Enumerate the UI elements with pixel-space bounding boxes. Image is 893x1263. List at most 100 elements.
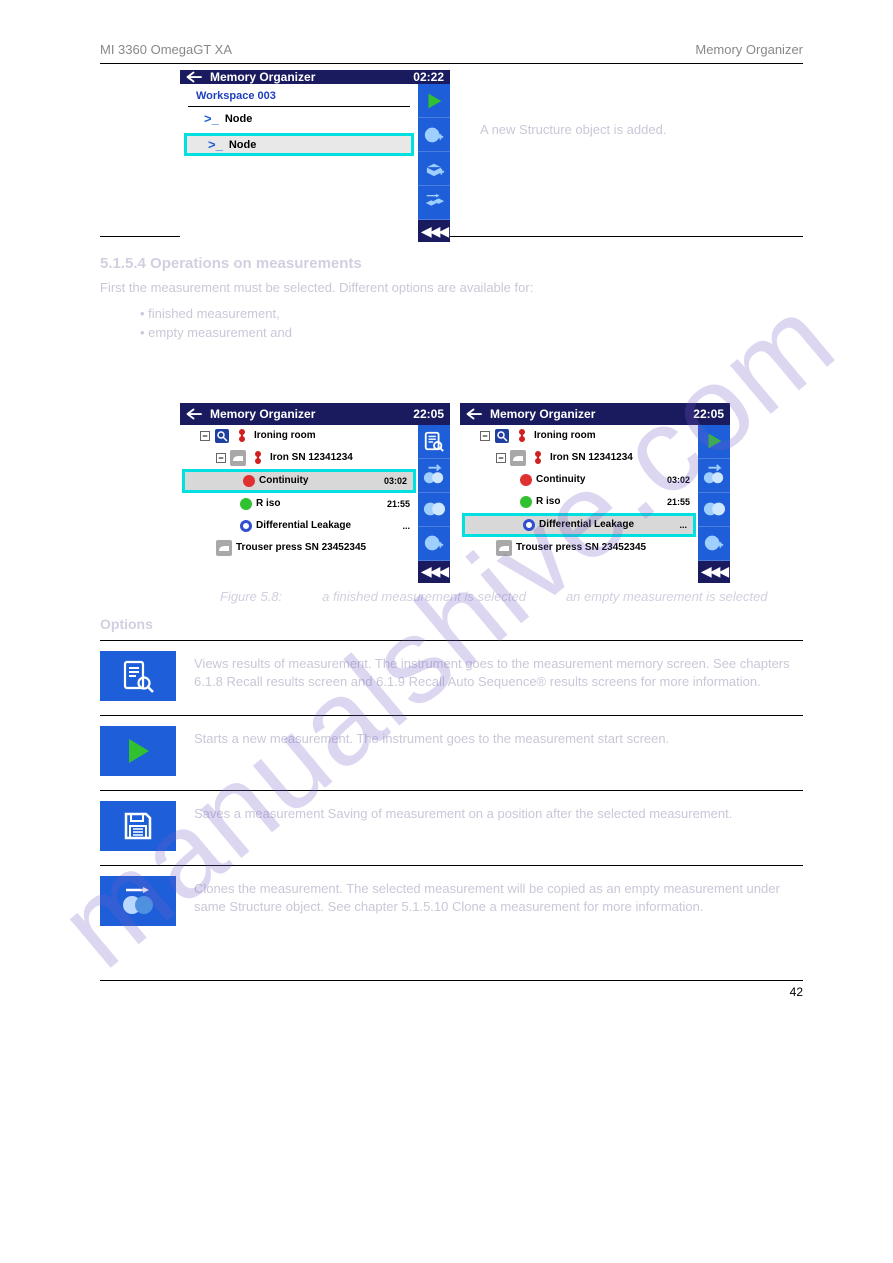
back-icon[interactable] — [186, 70, 204, 84]
screenshot-title: Memory Organizer — [210, 70, 407, 84]
node-icon: >_ — [208, 137, 223, 152]
row-label: Continuity — [536, 474, 585, 485]
row-time: 21:55 — [387, 499, 414, 509]
tree-row-measurement[interactable]: Differential Leakage ... — [180, 515, 418, 537]
tree-node-selected[interactable]: >_ Node — [184, 133, 414, 156]
search-icon — [214, 428, 230, 444]
paste-box-button[interactable] — [418, 186, 450, 220]
more-button[interactable]: ◀◀◀ — [698, 561, 730, 583]
start-button[interactable] — [100, 726, 176, 776]
collapse-icon[interactable]: − — [216, 453, 226, 463]
screenshot-time: 22:05 — [693, 407, 724, 421]
row-label: Continuity — [259, 475, 308, 486]
row-time: ... — [679, 520, 691, 530]
play-button[interactable] — [418, 84, 450, 118]
row-time: 21:55 — [667, 497, 694, 507]
more-button[interactable]: ◀◀◀ — [418, 561, 450, 583]
tree-row-measurement[interactable]: R iso 21:55 — [180, 493, 418, 515]
add-circle-button[interactable] — [698, 527, 730, 561]
screenshot-time: 02:22 — [413, 70, 444, 84]
status-fail-icon — [243, 475, 255, 487]
figure-caption-right: an empty measurement is selected — [566, 589, 768, 604]
row-label: Iron SN 12341234 — [270, 452, 353, 463]
tree-row-appliance[interactable]: Trouser press SN 23452345 — [180, 537, 418, 559]
row-label: R iso — [536, 496, 560, 507]
section-heading: 5.1.5.4 Operations on measurements — [100, 255, 803, 272]
screenshot-1: Memory Organizer 02:22 Workspace 003 >_ … — [180, 70, 450, 230]
option-description: Clones the measurement. The selected mea… — [194, 876, 803, 916]
header-divider — [100, 63, 803, 64]
tree-row-measurement-selected[interactable]: Continuity 03:02 — [183, 470, 415, 492]
workspace-header[interactable]: Workspace 003 — [188, 86, 410, 107]
tree-row-measurement-selected[interactable]: Differential Leakage ... — [463, 514, 695, 536]
collapse-icon[interactable]: − — [496, 453, 506, 463]
row-label: Trouser press SN 23452345 — [236, 542, 366, 553]
tree-row-appliance[interactable]: Trouser press SN 23452345 — [460, 537, 698, 559]
option-description: Views results of measurement. The instru… — [194, 651, 803, 691]
row-time: 03:02 — [667, 475, 694, 485]
collapse-icon[interactable]: − — [480, 431, 490, 441]
figure-caption: A new Structure object is added. — [480, 70, 666, 140]
bullet-item: • finished measurement, — [140, 304, 803, 324]
more-button[interactable]: ◀◀◀ — [418, 220, 450, 242]
view-result-button[interactable] — [418, 425, 450, 459]
options-heading: Options — [100, 608, 803, 640]
link-icon — [530, 450, 546, 466]
status-pass-icon — [240, 498, 252, 510]
iron-icon — [496, 540, 512, 556]
row-label: Iron SN 12341234 — [550, 452, 633, 463]
tree-row-location[interactable]: − Ironing room — [460, 425, 698, 447]
link-icon — [250, 450, 266, 466]
row-time: 03:02 — [384, 476, 411, 486]
screenshot-time: 22:05 — [413, 407, 444, 421]
screenshot-title: Memory Organizer — [490, 407, 687, 421]
status-empty-icon — [523, 519, 535, 531]
tree-row-appliance[interactable]: − Iron SN 12341234 — [180, 447, 418, 469]
add-circle-button[interactable] — [418, 527, 450, 561]
row-label: Ironing room — [254, 430, 316, 441]
section-intro: First the measurement must be selected. … — [100, 278, 803, 298]
iron-icon — [510, 450, 526, 466]
option-description: Saves a measurement Saving of measuremen… — [194, 801, 803, 823]
clone-button[interactable] — [100, 876, 176, 926]
iron-icon — [230, 450, 246, 466]
screenshot-2-right: Memory Organizer 22:05 − Ironing room − — [460, 403, 730, 583]
tree-row-location[interactable]: − Ironing room — [180, 425, 418, 447]
option-description: Starts a new measurement. The instrument… — [194, 726, 803, 748]
status-fail-icon — [520, 474, 532, 486]
clone-button[interactable] — [418, 493, 450, 527]
link-icon — [234, 428, 250, 444]
row-time: ... — [402, 521, 414, 531]
page-header: MI 3360 OmegaGT XA Memory Organizer — [100, 40, 803, 63]
add-box-button[interactable] — [418, 152, 450, 186]
header-right: Memory Organizer — [695, 42, 803, 57]
node-label: Node — [225, 113, 253, 125]
view-results-button[interactable] — [100, 651, 176, 701]
figure-caption-left: a finished measurement is selected — [322, 589, 526, 604]
tree-row-appliance[interactable]: − Iron SN 12341234 — [460, 447, 698, 469]
row-label: Differential Leakage — [256, 520, 351, 531]
play-button[interactable] — [698, 425, 730, 459]
node-icon: >_ — [204, 111, 219, 126]
add-circle-button[interactable] — [418, 118, 450, 152]
clone-next-button[interactable] — [698, 459, 730, 493]
status-pass-icon — [520, 496, 532, 508]
tree-node[interactable]: >_ Node — [180, 107, 418, 130]
figure-number: Figure 5.8: — [220, 589, 282, 604]
row-label: Trouser press SN 23452345 — [516, 542, 646, 553]
collapse-icon[interactable]: − — [200, 431, 210, 441]
row-label: R iso — [256, 498, 280, 509]
screenshot-2-left: Memory Organizer 22:05 − Ironing room − — [180, 403, 450, 583]
back-icon[interactable] — [466, 407, 484, 421]
save-button[interactable] — [100, 801, 176, 851]
back-icon[interactable] — [186, 407, 204, 421]
tree-row-measurement[interactable]: Continuity 03:02 — [460, 469, 698, 491]
screenshot-title: Memory Organizer — [210, 407, 407, 421]
iron-icon — [216, 540, 232, 556]
header-left: MI 3360 OmegaGT XA — [100, 42, 232, 57]
clone-next-button[interactable] — [418, 459, 450, 493]
row-label: Differential Leakage — [539, 519, 634, 530]
node-label: Node — [229, 139, 257, 151]
clone-button[interactable] — [698, 493, 730, 527]
tree-row-measurement[interactable]: R iso 21:55 — [460, 491, 698, 513]
